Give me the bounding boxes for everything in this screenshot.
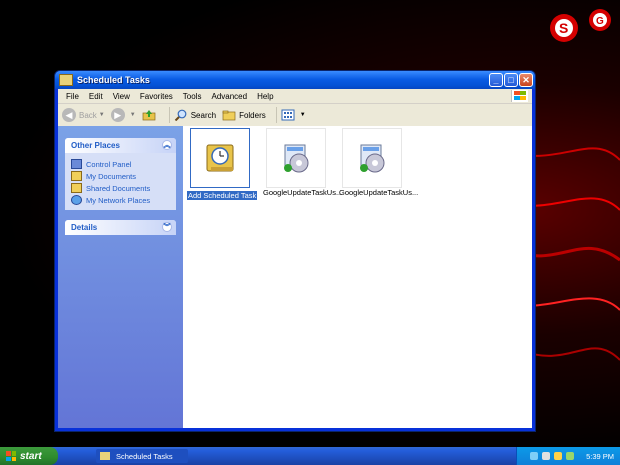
menu-advanced[interactable]: Advanced [206,92,252,101]
chevron-down-icon: ▼ [129,112,136,118]
folders-button[interactable]: Folders [222,109,266,121]
forward-button[interactable]: ▶ ▼ [110,108,136,122]
menu-help[interactable]: Help [252,92,278,101]
explorer-window: Scheduled Tasks _ □ ✕ File Edit View Fav… [54,70,536,432]
control-panel-icon [71,159,82,169]
folder-icon [71,171,82,181]
folders-icon [222,110,236,121]
scheduled-task-icon [360,144,385,173]
shared-folder-icon [71,183,82,193]
link-control-panel[interactable]: Control Panel [71,158,170,170]
back-arrow-icon: ◀ [62,108,76,122]
desktop: S G Scheduled Tasks _ □ ✕ File Edit View… [0,0,620,447]
menu-favorites[interactable]: Favorites [135,92,178,101]
item-thumbnail [266,128,326,188]
close-button[interactable]: ✕ [519,73,533,87]
forward-arrow-icon: ▶ [110,108,125,122]
security-tray-icon[interactable] [542,452,551,460]
maximize-button[interactable]: □ [504,73,518,87]
item-thumbnail [190,128,250,188]
link-label: My Documents [86,171,137,181]
network-icon [71,195,82,205]
file-view[interactable]: Add Scheduled Task GoogleUpdateTaskUs...… [183,126,532,428]
back-button[interactable]: ◀ Back ▼ [62,108,105,122]
folder-icon [100,452,110,460]
taskbar-button-scheduled-tasks[interactable]: Scheduled Tasks [96,449,188,463]
link-my-network-places[interactable]: My Network Places [71,194,170,206]
svg-text:S: S [559,20,568,36]
menu-file[interactable]: File [61,92,84,101]
item-label: Add Scheduled Task [187,191,258,200]
toolbar-separator [168,107,170,123]
brand-logo: S G [550,9,611,42]
file-item[interactable]: Add Scheduled Task [187,128,258,200]
chevron-down-icon: ▼ [98,112,105,118]
search-label: Search [190,110,217,120]
item-label: GoogleUpdateTaskUs... [263,188,343,197]
link-my-documents[interactable]: My Documents [71,170,170,182]
menu-bar: File Edit View Favorites Tools Advanced … [58,89,532,104]
details-header[interactable]: Details ︾ [65,220,176,235]
menu-edit[interactable]: Edit [84,92,108,101]
search-button[interactable]: Search [174,109,216,121]
system-tray: 5:39 PM [516,447,620,465]
file-item[interactable]: GoogleUpdateTaskUs... [339,128,418,197]
link-label: Control Panel [86,159,132,169]
views-icon [281,109,295,121]
svg-text:G: G [596,16,604,27]
menu-view[interactable]: View [108,92,135,101]
windows-flag-icon [511,90,528,102]
add-task-icon [206,144,234,172]
volume-tray-icon[interactable] [554,452,563,460]
expand-chevron-icon[interactable]: ︾ [162,222,172,232]
folders-label: Folders [239,110,266,120]
other-places-panel: Other Places ︽ Control Panel My Document… [65,138,176,210]
other-places-title: Other Places [71,141,120,150]
details-panel: Details ︾ [65,220,176,235]
network-tray-icon[interactable] [530,452,539,460]
folder-icon [59,74,73,86]
item-thumbnail [342,128,402,188]
toolbar-separator [275,107,277,123]
file-item[interactable]: GoogleUpdateTaskUs... [263,128,342,197]
title-bar[interactable]: Scheduled Tasks _ □ ✕ [55,71,535,89]
windows-flag-icon [6,451,16,461]
back-label: Back [79,110,97,120]
clock[interactable]: 5:39 PM [586,452,614,461]
scheduled-task-icon [284,144,309,173]
link-label: Shared Documents [86,183,151,193]
details-title: Details [71,223,98,232]
chevron-down-icon: ▼ [299,112,306,118]
toolbar: ◀ Back ▼ ▶ ▼ Search Folders ▼ [58,104,532,127]
menu-tools[interactable]: Tools [178,92,207,101]
collapse-chevron-icon[interactable]: ︽ [162,140,172,150]
search-icon [174,109,187,121]
window-title: Scheduled Tasks [77,75,150,85]
task-pane: Other Places ︽ Control Panel My Document… [58,126,183,428]
views-button[interactable]: ▼ [281,109,306,121]
item-label: GoogleUpdateTaskUs... [339,188,419,197]
up-folder-icon [142,110,156,121]
other-places-header[interactable]: Other Places ︽ [65,138,176,153]
taskbar: start Scheduled Tasks ? 5:39 PM [0,447,620,465]
update-tray-icon[interactable] [566,452,575,460]
start-button[interactable]: start [0,447,58,465]
link-label: My Network Places [86,195,151,205]
up-folder-button[interactable] [142,109,159,121]
task-button-label: Scheduled Tasks [116,451,173,461]
minimize-button[interactable]: _ [489,73,503,87]
start-label: start [20,450,42,462]
link-shared-documents[interactable]: Shared Documents [71,182,170,194]
